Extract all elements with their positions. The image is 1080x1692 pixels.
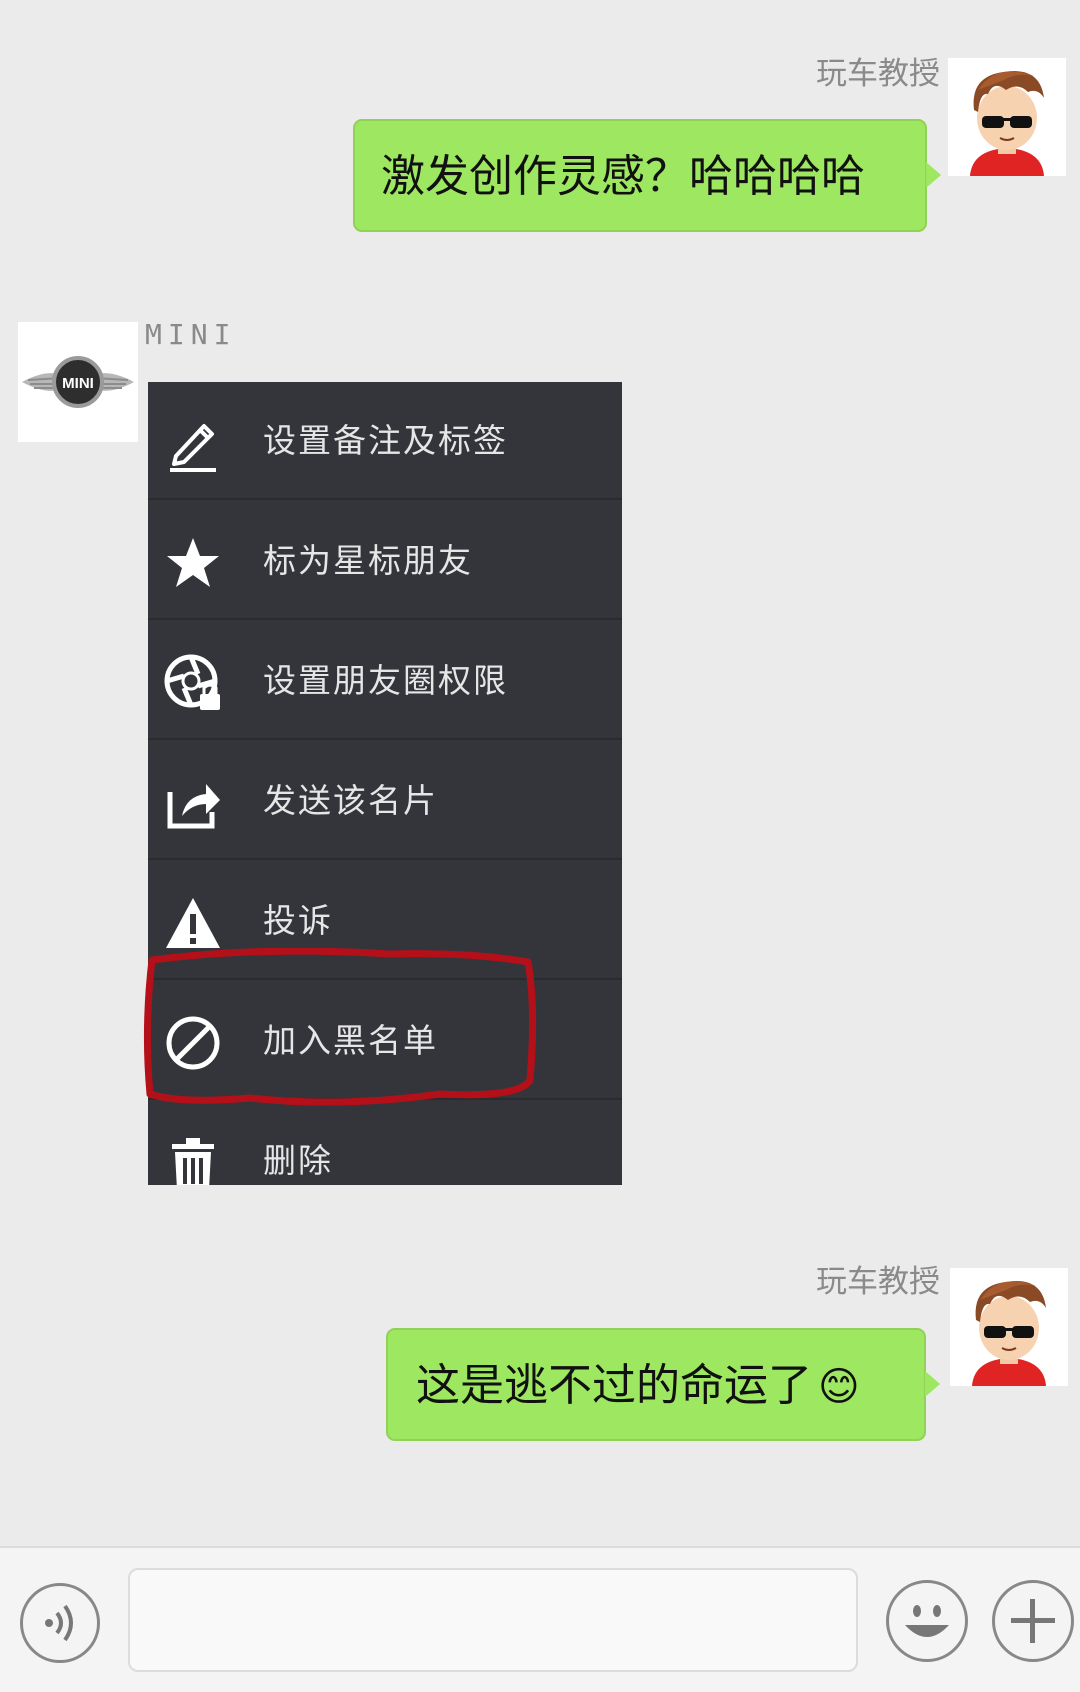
message-input[interactable] xyxy=(128,1568,858,1672)
share-icon xyxy=(167,784,220,829)
cartoon-avatar-icon xyxy=(948,58,1066,176)
star-icon xyxy=(167,538,219,587)
message-bubble[interactable]: 激发创作灵感？哈哈哈哈 xyxy=(353,119,927,232)
menu-item-send-card[interactable]: 发送该名片 xyxy=(148,742,622,860)
message-bubble[interactable]: 这是逃不过的命运了 😊 xyxy=(386,1328,926,1441)
menu-item-label: 标为星标朋友 xyxy=(263,541,473,580)
sender-name: 玩车教授 xyxy=(816,1264,940,1300)
plus-button[interactable] xyxy=(992,1580,1074,1662)
menu-item-label: 设置朋友圈权限 xyxy=(263,661,508,700)
sender-name: 玩车教授 xyxy=(816,56,940,92)
menu-item-label: 删除 xyxy=(263,1141,333,1180)
message-text: 这是逃不过的命运了 xyxy=(416,1360,812,1411)
menu-item-set-remark[interactable]: 设置备注及标签 xyxy=(148,382,622,500)
contact-avatar[interactable]: MINI xyxy=(18,322,138,442)
menu-item-label: 发送该名片 xyxy=(263,781,438,820)
menu-item-star-friend[interactable]: 标为星标朋友 xyxy=(148,502,622,620)
bubble-tail xyxy=(925,1371,940,1397)
bubble-tail xyxy=(926,162,941,188)
contact-name: MINI xyxy=(145,318,237,351)
voice-button[interactable] xyxy=(20,1583,100,1663)
input-bar xyxy=(0,1546,1080,1692)
red-highlight-annotation xyxy=(143,948,537,1106)
moments-privacy-icon xyxy=(164,654,220,710)
mini-logo-icon: MINI xyxy=(22,356,134,408)
user-avatar[interactable] xyxy=(948,58,1066,176)
warning-icon xyxy=(166,898,220,948)
voice-icon xyxy=(45,1604,73,1642)
trash-icon xyxy=(172,1138,214,1185)
emoji-icon xyxy=(905,1605,949,1637)
mini-logo-text: MINI xyxy=(62,375,94,392)
user-avatar[interactable] xyxy=(950,1268,1068,1386)
menu-item-moments-permission[interactable]: 设置朋友圈权限 xyxy=(148,622,622,740)
message-text: 激发创作灵感？哈哈哈哈 xyxy=(381,151,865,202)
menu-item-label: 设置备注及标签 xyxy=(263,421,508,460)
plus-icon xyxy=(1011,1599,1055,1643)
cartoon-avatar-icon xyxy=(950,1268,1068,1386)
emoji-button[interactable] xyxy=(886,1580,968,1662)
menu-item-label: 投诉 xyxy=(263,901,333,940)
edit-pencil-icon xyxy=(170,424,216,472)
smile-emoji-icon: 😊 xyxy=(818,1364,860,1410)
